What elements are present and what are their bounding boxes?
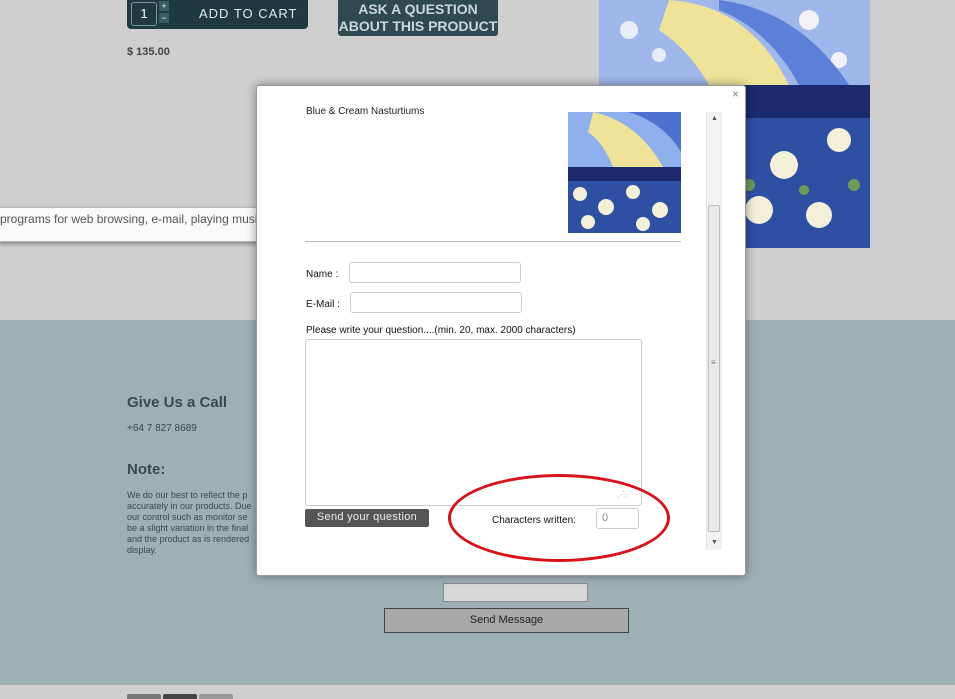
- modal-scrollbar[interactable]: ▲ ≡ ▼: [706, 112, 722, 550]
- ask-question-line2: ABOUT THIS PRODUCT: [338, 18, 498, 34]
- separator: [305, 241, 681, 242]
- scrollbar-thumb[interactable]: ≡: [708, 205, 720, 532]
- name-field[interactable]: [349, 262, 521, 283]
- product-name: Blue & Cream Nasturtiums: [306, 106, 425, 117]
- modal-content: Blue & Cream Nasturtiums Name : E-Mail :…: [257, 86, 707, 575]
- send-question-button[interactable]: Send your question: [305, 509, 429, 527]
- ask-question-button[interactable]: ASK A QUESTION ABOUT THIS PRODUCT: [338, 0, 498, 36]
- payment-icon: [163, 694, 197, 699]
- quantity-decrement-button[interactable]: −: [159, 13, 169, 23]
- scrollbar-grip-icon: ≡: [711, 358, 716, 367]
- tooltip: programs for web browsing, e-mail, playi…: [0, 207, 297, 242]
- note-text: We do our best to reflect the p accurate…: [127, 490, 252, 555]
- quilt-thumbnail-image: [568, 112, 681, 233]
- name-label: Name :: [306, 269, 339, 280]
- payment-icon: [199, 694, 233, 699]
- quantity-input[interactable]: 1: [131, 2, 157, 26]
- email-label: E-Mail :: [306, 299, 340, 310]
- add-to-cart-button[interactable]: 1 + − ADD TO CART: [127, 0, 308, 29]
- annotation-circle: [448, 474, 670, 562]
- product-thumbnail: [568, 112, 681, 233]
- call-heading: Give Us a Call: [127, 394, 228, 411]
- scroll-up-arrow-icon[interactable]: ▲: [707, 112, 722, 126]
- payment-icon: [127, 694, 161, 699]
- add-to-cart-label: ADD TO CART: [199, 6, 298, 21]
- contact-input[interactable]: [443, 583, 588, 602]
- quantity-increment-button[interactable]: +: [159, 1, 169, 11]
- email-field[interactable]: [350, 292, 522, 313]
- scroll-down-arrow-icon[interactable]: ▼: [707, 536, 722, 550]
- send-message-button[interactable]: Send Message: [384, 608, 629, 633]
- product-price: $ 135.00: [127, 46, 170, 58]
- question-label: Please write your question....(min. 20, …: [306, 325, 576, 336]
- bottom-strip: [0, 685, 955, 699]
- phone-number: +64 7 827 8689: [127, 423, 197, 434]
- note-heading: Note:: [127, 461, 166, 478]
- close-icon[interactable]: ×: [732, 87, 739, 101]
- ask-question-line1: ASK A QUESTION: [358, 1, 478, 17]
- question-modal: × Blue & Cream Nasturtiums Name : E-Mail…: [256, 85, 746, 576]
